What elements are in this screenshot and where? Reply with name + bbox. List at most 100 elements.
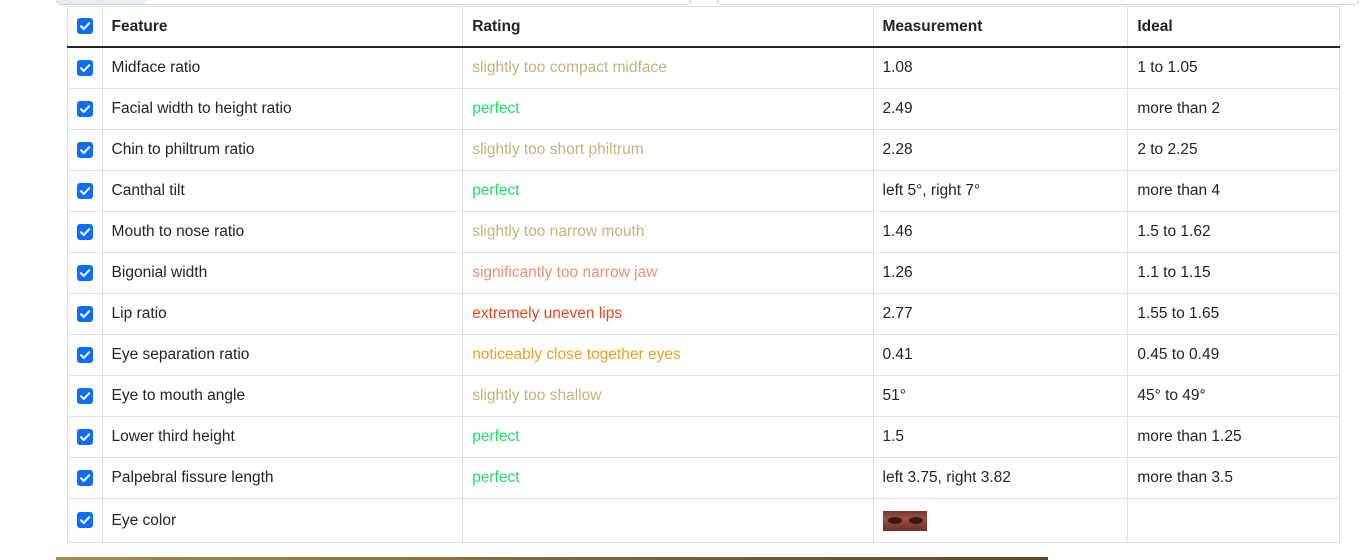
measurement-cell: 2.28 (872, 129, 1129, 171)
table-row: Canthal tilt perfect left 5°, right 7° m… (67, 170, 1340, 212)
rating-cell: slightly too short philtrum (462, 129, 874, 171)
feature-cell: Palpebral fissure length (101, 457, 464, 499)
top-tab-active-segment[interactable] (57, 0, 145, 4)
ideal-cell: 45° to 49° (1127, 375, 1340, 417)
ideal-cell: 1.55 to 1.65 (1127, 293, 1340, 335)
row-checkbox[interactable] (76, 223, 93, 240)
row-checkbox-cell (67, 46, 103, 89)
row-checkbox-cell (67, 293, 103, 335)
table-row: Eye separation ratio noticeably close to… (67, 334, 1340, 376)
checkmark-icon (79, 310, 90, 318)
header-checkbox-cell (67, 6, 103, 48)
feature-cell: Eye to mouth angle (101, 375, 464, 417)
checkmark-icon (79, 516, 90, 525)
row-checkbox[interactable] (76, 264, 93, 281)
checkmark-icon (79, 351, 90, 359)
header-rating[interactable]: Rating (462, 6, 874, 48)
table-header: Feature Rating Measurement Ideal (67, 6, 1340, 48)
select-all-checkbox[interactable] (76, 18, 93, 35)
row-checkbox[interactable] (76, 100, 93, 117)
rating-cell: slightly too compact midface (462, 46, 874, 89)
table-row: Facial width to height ratio perfect 2.4… (67, 88, 1340, 130)
row-checkbox[interactable] (76, 305, 93, 322)
ideal-cell: 0.45 to 0.49 (1127, 334, 1340, 376)
measurement-cell: 2.49 (872, 88, 1129, 130)
feature-cell: Bigonial width (101, 252, 464, 294)
ideal-cell: 2 to 2.25 (1127, 129, 1340, 171)
checkmark-icon (79, 105, 90, 113)
table-body: Midface ratio slightly too compact midfa… (67, 46, 1340, 543)
ideal-cell: 1.1 to 1.15 (1127, 252, 1340, 294)
rating-cell: slightly too shallow (462, 375, 874, 417)
row-checkbox-cell (67, 457, 103, 499)
row-checkbox-cell (67, 375, 103, 417)
table-row: Eye to mouth angle slightly too shallow … (67, 375, 1340, 417)
checkmark-icon (79, 146, 90, 154)
measurement-cell: left 3.75, right 3.82 (872, 457, 1129, 499)
checkmark-icon (79, 474, 90, 482)
row-checkbox[interactable] (76, 387, 93, 404)
ideal-cell: 1 to 1.05 (1127, 46, 1340, 89)
ideal-cell (1127, 498, 1340, 543)
features-table: Feature Rating Measurement Ideal Midface… (67, 6, 1340, 543)
header-measurement[interactable]: Measurement (872, 6, 1129, 48)
rating-cell: perfect (462, 170, 874, 212)
feature-cell: Chin to philtrum ratio (101, 129, 464, 171)
checkmark-icon (79, 228, 90, 236)
row-checkbox-cell (67, 498, 103, 543)
feature-cell: Eye color (101, 498, 464, 543)
rating-cell (462, 498, 874, 543)
features-table-container: Feature Rating Measurement Ideal Midface… (67, 6, 1340, 543)
table-row: Mouth to nose ratio slightly too narrow … (67, 211, 1340, 253)
ideal-cell: more than 2 (1127, 88, 1340, 130)
header-row: Feature Rating Measurement Ideal (67, 6, 1340, 48)
rating-cell: perfect (462, 457, 874, 499)
measurement-cell: 0.41 (872, 334, 1129, 376)
page: Feature Rating Measurement Ideal Midface… (0, 0, 1366, 560)
row-checkbox-cell (67, 88, 103, 130)
rating-cell: noticeably close together eyes (462, 334, 874, 376)
eye-right-icon (908, 516, 923, 524)
measurement-cell (872, 498, 1129, 543)
row-checkbox-cell (67, 252, 103, 294)
row-checkbox[interactable] (76, 428, 93, 445)
ideal-cell: more than 4 (1127, 170, 1340, 212)
table-row: Eye color (67, 498, 1340, 543)
checkmark-icon (79, 187, 90, 195)
measurement-cell: left 5°, right 7° (872, 170, 1129, 212)
measurement-cell: 1.08 (872, 46, 1129, 89)
eye-left-icon (887, 516, 902, 524)
feature-cell: Lower third height (101, 416, 464, 458)
table-row: Midface ratio slightly too compact midfa… (67, 46, 1340, 89)
measurement-cell: 1.46 (872, 211, 1129, 253)
row-checkbox[interactable] (76, 346, 93, 363)
row-checkbox-cell (67, 129, 103, 171)
ideal-cell: 1.5 to 1.62 (1127, 211, 1340, 253)
feature-cell: Facial width to height ratio (101, 88, 464, 130)
top-input-control[interactable] (717, 0, 1359, 5)
checkmark-icon (79, 433, 90, 441)
rating-cell: perfect (462, 88, 874, 130)
checkmark-icon (79, 22, 90, 31)
table-row: Lip ratio extremely uneven lips 2.77 1.5… (67, 293, 1340, 335)
rating-cell: perfect (462, 416, 874, 458)
row-checkbox-cell (67, 170, 103, 212)
row-checkbox[interactable] (76, 59, 93, 76)
row-checkbox-cell (67, 211, 103, 253)
header-ideal[interactable]: Ideal (1127, 6, 1340, 48)
header-feature[interactable]: Feature (101, 6, 464, 48)
eye-color-swatch (882, 510, 927, 531)
row-checkbox[interactable] (76, 182, 93, 199)
ideal-cell: more than 1.25 (1127, 416, 1340, 458)
rating-cell: extremely uneven lips (462, 293, 874, 335)
top-tab-control[interactable] (56, 0, 691, 5)
row-checkbox-cell (67, 416, 103, 458)
table-row: Palpebral fissure length perfect left 3.… (67, 457, 1340, 499)
table-row: Lower third height perfect 1.5 more than… (67, 416, 1340, 458)
feature-cell: Eye separation ratio (101, 334, 464, 376)
row-checkbox[interactable] (76, 141, 93, 158)
ideal-cell: more than 3.5 (1127, 457, 1340, 499)
row-checkbox-cell (67, 334, 103, 376)
row-checkbox[interactable] (76, 469, 93, 486)
row-checkbox[interactable] (76, 512, 93, 529)
